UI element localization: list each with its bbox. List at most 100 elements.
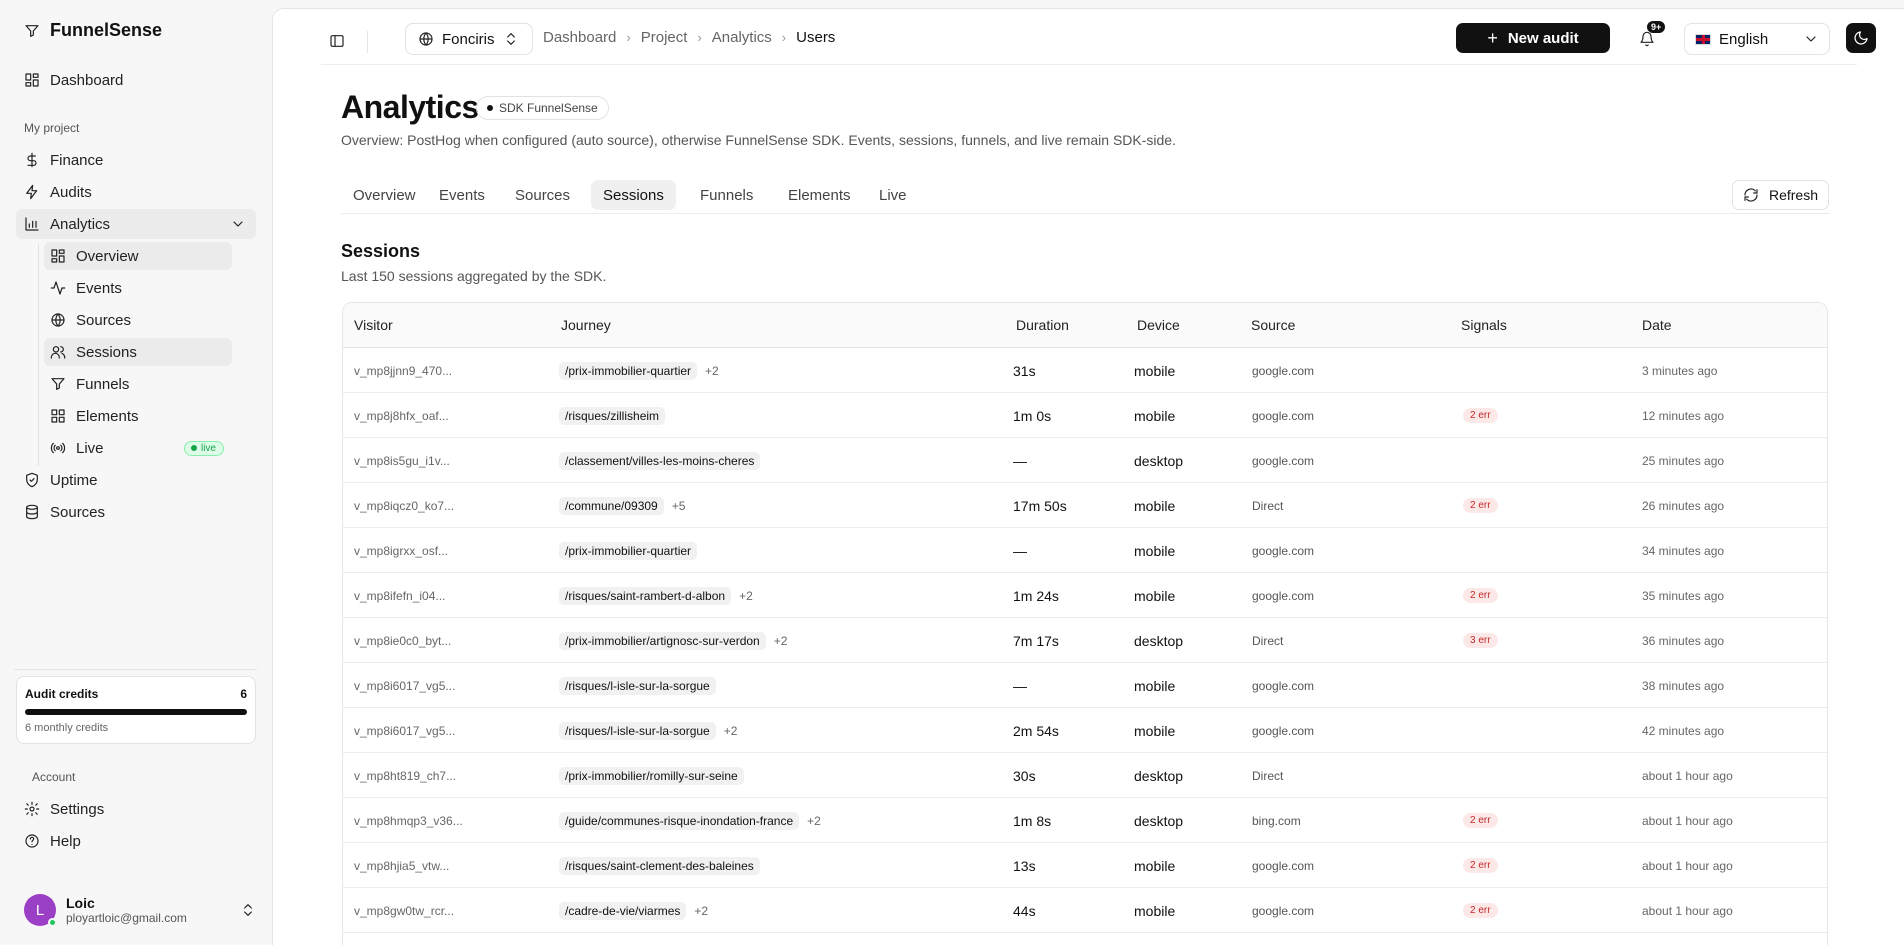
table-row[interactable]: v_mp8i6017_vg5... /risques/l-isle-sur-la-… — [343, 708, 1827, 753]
tab-elements[interactable]: Elements — [776, 180, 863, 210]
globe-icon — [50, 312, 66, 328]
bell-icon — [1639, 31, 1655, 47]
sdk-dot — [487, 105, 493, 111]
tab-events[interactable]: Events — [427, 180, 497, 210]
sidebar-item-label: Dashboard — [50, 71, 124, 89]
table-row[interactable]: v_mp8ifefn_i04... /risques/saint-rambert-… — [343, 573, 1827, 618]
chevron-right-icon: › — [626, 30, 631, 45]
duration-cell: — — [1013, 677, 1027, 694]
table-row[interactable]: v_mp8jjnn9_470... /prix-immobilier-quarti… — [343, 348, 1827, 393]
table-row[interactable] — [343, 933, 1827, 945]
device-cell: mobile — [1134, 362, 1176, 379]
table-row[interactable]: v_mp8is5gu_i1v... /classement/villes-les-… — [343, 438, 1827, 483]
tab-sessions[interactable]: Sessions — [591, 180, 676, 210]
duration-cell: 2m 54s — [1013, 722, 1059, 739]
refresh-button[interactable]: Refresh — [1732, 180, 1829, 210]
table-row[interactable]: v_mp8hjia5_vtw... /risques/saint-clement-… — [343, 843, 1827, 888]
sidebar-subitem-funnels[interactable]: Funnels — [44, 370, 232, 398]
audit-credits-card: Audit credits 6 6 monthly credits — [16, 676, 256, 744]
duration-cell: — — [1013, 452, 1027, 469]
signals-cell: 2 err — [1463, 843, 1498, 888]
sidebar-toggle-button[interactable] — [325, 29, 349, 53]
new-audit-button[interactable]: + New audit — [1456, 23, 1610, 53]
sidebar-item-finance[interactable]: Finance — [16, 145, 256, 175]
sidebar-item-help[interactable]: Help — [16, 826, 256, 856]
tab-funnels[interactable]: Funnels — [688, 180, 765, 210]
breadcrumb-dashboard[interactable]: Dashboard — [543, 29, 616, 46]
sidebar-item-uptime[interactable]: Uptime — [16, 465, 256, 495]
credits-progress-bar — [25, 709, 247, 715]
globe-icon — [418, 31, 434, 47]
signals-cell: 2 err — [1463, 483, 1498, 528]
error-signal-badge: 2 err — [1463, 813, 1498, 828]
error-signal-badge: 2 err — [1463, 858, 1498, 873]
duration-cell: 17m 50s — [1013, 497, 1067, 514]
theme-toggle-button[interactable] — [1846, 23, 1876, 53]
sidebar-subitem-elements[interactable]: Elements — [44, 402, 232, 430]
error-signal-badge: 2 err — [1463, 903, 1498, 918]
bolt-icon — [24, 184, 40, 200]
sidebar-item-analytics[interactable]: Analytics — [16, 209, 256, 239]
journey-more-count: +2 — [807, 813, 821, 828]
sidebar-subitem-sources[interactable]: Sources — [44, 306, 232, 334]
credits-count: 6 — [240, 687, 247, 701]
journey-cell: /risques/l-isle-sur-la-sorgue +2 — [559, 708, 737, 753]
project-selector[interactable]: Fonciris — [405, 23, 533, 55]
journey-path: /risques/saint-rambert-d-albon — [559, 586, 732, 605]
sidebar-item-sources[interactable]: Sources — [16, 497, 256, 527]
sidebar-item-settings[interactable]: Settings — [16, 794, 256, 824]
sidebar-item-audits[interactable]: Audits — [16, 177, 256, 207]
breadcrumb-project[interactable]: Project — [641, 29, 688, 46]
table-row[interactable]: v_mp8iqcz0_ko7... /commune/09309 +5 17m 50s… — [343, 483, 1827, 528]
brand[interactable]: FunnelSense — [24, 20, 162, 41]
chevrons-up-down-icon — [503, 31, 519, 47]
notification-count-badge: 9+ — [1647, 21, 1666, 33]
dollar-icon — [24, 152, 40, 168]
table-row[interactable]: v_mp8gw0tw_rcr... /cadre-de-vie/viarmes +2… — [343, 888, 1827, 933]
journey-path: /classement/villes-les-moins-cheres — [559, 451, 761, 470]
date-cell: about 1 hour ago — [1642, 768, 1733, 783]
sidebar-subitem-label: Overview — [76, 247, 139, 265]
sidebar-subitem-label: Sessions — [76, 343, 137, 361]
tab-live[interactable]: Live — [867, 180, 919, 210]
visitor-id-cell: v_mp8j8hfx_oaf... — [354, 408, 449, 423]
sidebar-item-label: Settings — [50, 800, 105, 818]
sidebar-item-dashboard[interactable]: Dashboard — [16, 65, 256, 95]
duration-cell: 1m 0s — [1013, 407, 1052, 424]
page-title: Analytics — [341, 89, 479, 125]
gear-icon — [24, 801, 40, 817]
table-row[interactable]: v_mp8hmqp3_v36... /guide/communes-risque-… — [343, 798, 1827, 843]
user-menu[interactable]: L Loic ployartloic@gmail.com — [24, 890, 256, 930]
tab-overview[interactable]: Overview — [341, 180, 428, 210]
table-row[interactable]: v_mp8igrxx_osf... /prix-immobilier-quarti… — [343, 528, 1827, 573]
breadcrumb-analytics[interactable]: Analytics — [712, 29, 772, 46]
notifications-button[interactable]: 9+ — [1635, 21, 1666, 51]
journey-path: /prix-immobilier-quartier — [559, 541, 698, 560]
activity-icon — [50, 280, 66, 296]
sidebar-subitem-live[interactable]: Live live — [44, 434, 232, 462]
duration-cell: 1m 24s — [1013, 587, 1059, 604]
journey-more-count: +2 — [739, 588, 753, 603]
date-cell: about 1 hour ago — [1642, 813, 1733, 828]
language-select[interactable]: English — [1684, 23, 1830, 55]
sidebar-subitem-overview[interactable]: Overview — [44, 242, 232, 270]
live-badge-label: live — [200, 442, 216, 454]
duration-cell: 13s — [1013, 857, 1036, 874]
visitor-id-cell: v_mp8ht819_ch7... — [354, 768, 457, 783]
user-info: Loic ployartloic@gmail.com — [66, 895, 187, 925]
date-cell: about 1 hour ago — [1642, 903, 1733, 918]
date-cell: about 1 hour ago — [1642, 858, 1733, 873]
table-row[interactable]: v_mp8ie0c0_byt... /prix-immobilier/artign… — [343, 618, 1827, 663]
journey-path: /guide/communes-risque-inondation-france — [559, 811, 800, 830]
journey-more-count: +2 — [723, 723, 738, 738]
tab-sources[interactable]: Sources — [503, 180, 582, 210]
table-row[interactable]: v_mp8j8hfx_oaf... /risques/zillisheim 1m 0… — [343, 393, 1827, 438]
source-cell: Direct — [1252, 498, 1284, 513]
breadcrumb: Dashboard › Project › Analytics › Users — [543, 29, 835, 46]
table-row[interactable]: v_mp8ht819_ch7... /prix-immobilier/romill… — [343, 753, 1827, 798]
sidebar-subitem-sessions[interactable]: Sessions — [44, 338, 232, 366]
device-cell: mobile — [1134, 857, 1176, 874]
table-row[interactable]: v_mp8i6017_vg5... /risques/l-isle-sur-la-… — [343, 663, 1827, 708]
credits-title: Audit credits — [25, 687, 99, 701]
sidebar-subitem-events[interactable]: Events — [44, 274, 232, 302]
